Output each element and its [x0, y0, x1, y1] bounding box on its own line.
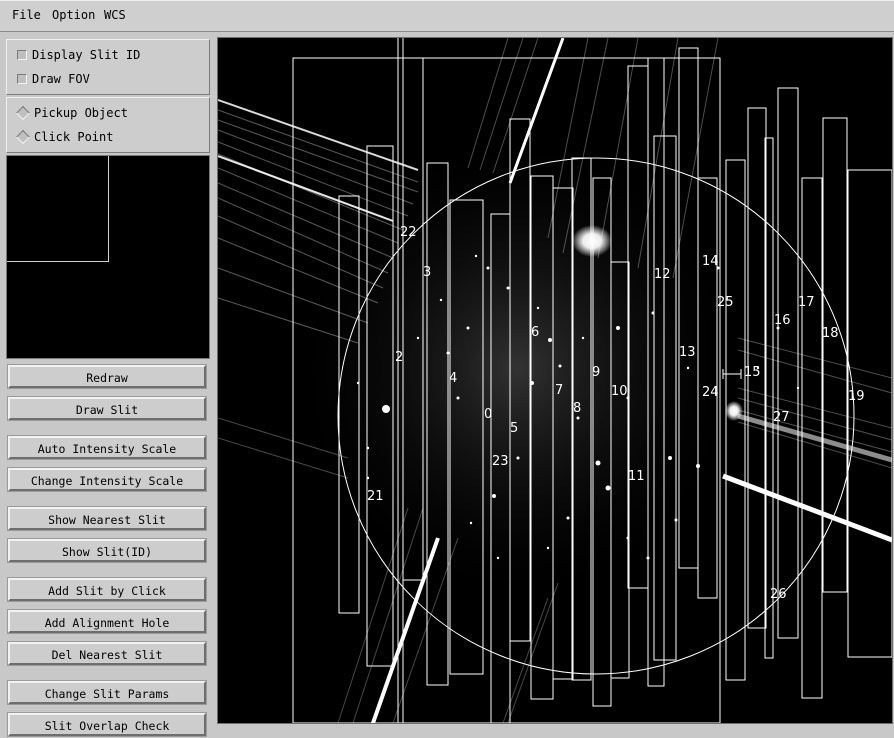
- slit-label: 6: [531, 325, 539, 340]
- display-slit-id-option[interactable]: Display Slit ID: [17, 47, 140, 63]
- add-alignment-hole-button[interactable]: Add Alignment Hole: [7, 609, 207, 634]
- slit-label: 26: [770, 587, 787, 602]
- draw-fov-label: Draw FOV: [32, 72, 90, 86]
- slit-label: 16: [774, 313, 791, 328]
- slit-label: 18: [822, 326, 839, 341]
- minimap-view-rectangle[interactable]: [7, 156, 109, 262]
- del-nearest-slit-button[interactable]: Del Nearest Slit: [7, 641, 207, 666]
- overview-minimap[interactable]: [6, 155, 210, 359]
- draw-fov-option[interactable]: Draw FOV: [17, 71, 90, 87]
- slit-label: 11: [628, 469, 645, 484]
- display-slit-id-checkbox[interactable]: [17, 50, 27, 60]
- redraw-button[interactable]: Redraw: [7, 364, 207, 389]
- slit-label: 22: [400, 225, 417, 240]
- slit-label: 25: [717, 295, 734, 310]
- display-options-panel: Display Slit ID Draw FOV: [6, 39, 210, 95]
- slit-label: 15: [744, 365, 761, 380]
- menu-wcs[interactable]: WCS: [104, 8, 126, 22]
- show-slit-id-button[interactable]: Show Slit(ID): [7, 538, 207, 563]
- change-intensity-scale-button[interactable]: Change Intensity Scale: [7, 467, 207, 492]
- pickup-object-option[interactable]: Pickup Object: [15, 105, 128, 121]
- menu-option[interactable]: Option: [52, 8, 95, 22]
- click-point-option[interactable]: Click Point: [15, 129, 114, 145]
- slit-label: 7: [555, 383, 563, 398]
- image-display[interactable]: 22 3 2 4 6 5 23 21 7 8 9 10 11 12 13 14 …: [217, 37, 893, 724]
- slit-label: 10: [611, 384, 628, 399]
- slit-label: 19: [848, 389, 865, 404]
- show-nearest-slit-button[interactable]: Show Nearest Slit: [7, 506, 207, 531]
- menubar: File Option WCS: [0, 0, 894, 32]
- slit-label: 13: [679, 345, 696, 360]
- slit-overlay-canvas[interactable]: 22 3 2 4 6 5 23 21 7 8 9 10 11 12 13 14 …: [218, 38, 892, 723]
- pickup-object-label: Pickup Object: [34, 106, 128, 120]
- auto-intensity-scale-button[interactable]: Auto Intensity Scale: [7, 435, 207, 460]
- slit-label: 17: [798, 295, 815, 310]
- slit-label: 0: [484, 407, 492, 422]
- slit-overlap-check-button[interactable]: Slit Overlap Check: [7, 712, 207, 737]
- slit-label: 24: [702, 385, 719, 400]
- slit-label: 4: [449, 371, 457, 386]
- slit-label: 23: [492, 454, 509, 469]
- slit-label: 2: [395, 350, 403, 365]
- slit-label: 21: [367, 489, 384, 504]
- display-slit-id-label: Display Slit ID: [32, 48, 141, 62]
- slit-label: 9: [592, 365, 600, 380]
- slit-label: 12: [654, 267, 671, 282]
- pickup-object-radio[interactable]: [15, 105, 31, 121]
- click-mode-panel: Pickup Object Click Point: [6, 97, 210, 153]
- click-point-radio[interactable]: [15, 129, 31, 145]
- menu-file[interactable]: File: [12, 8, 41, 22]
- change-slit-params-button[interactable]: Change Slit Params: [7, 680, 207, 705]
- slit-label: 14: [702, 254, 719, 269]
- draw-fov-checkbox[interactable]: [17, 74, 27, 84]
- click-point-label: Click Point: [34, 130, 114, 144]
- slit-label: 8: [573, 401, 581, 416]
- draw-slit-button[interactable]: Draw Slit: [7, 396, 207, 421]
- slit-label: 27: [773, 410, 790, 425]
- add-slit-by-click-button[interactable]: Add Slit by Click: [7, 577, 207, 602]
- slit-label: 5: [510, 421, 518, 436]
- slit-label: 3: [423, 265, 431, 280]
